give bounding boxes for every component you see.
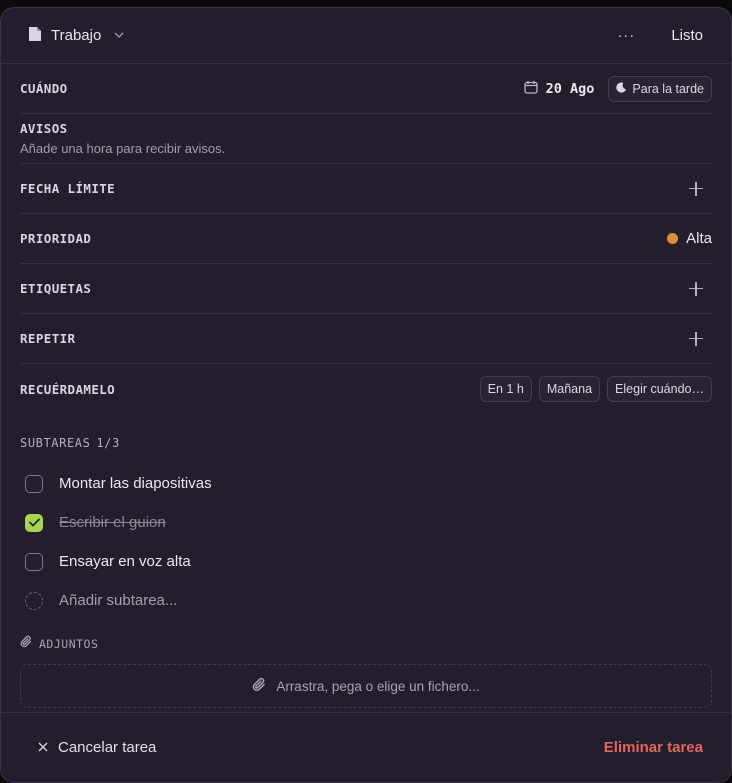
subtasks-header: SUBTAREAS 1/3 — [20, 436, 712, 450]
check-icon — [28, 518, 40, 527]
moon-icon — [616, 82, 627, 96]
add-deadline-plus-icon[interactable] — [689, 181, 703, 196]
project-name: Trabajo — [51, 27, 102, 44]
subtask-item: Montar las diapositivas — [20, 464, 712, 503]
subtask-text[interactable]: Escribir el guion — [59, 514, 166, 531]
time-of-day-chip[interactable]: Para la tarde — [608, 75, 712, 102]
subtask-checkbox-checked[interactable] — [25, 513, 43, 532]
sheet-header: Trabajo ··· Listo — [1, 8, 731, 64]
priority-row: PRIORIDAD Alta — [20, 214, 712, 264]
attachments-header: ADJUNTOS — [20, 635, 712, 652]
done-button[interactable]: Listo — [671, 27, 703, 44]
subtask-checkbox[interactable] — [25, 552, 43, 571]
subtask-item: Escribir el guion — [20, 503, 712, 542]
project-selector[interactable]: Trabajo — [28, 26, 124, 46]
task-detail-sheet: Trabajo ··· Listo CUÁNDO 20 Ago Para la … — [0, 7, 732, 783]
subtask-text[interactable]: Montar las diapositivas — [59, 475, 212, 492]
reminders-row[interactable]: AVISOS Añade una hora para recibir aviso… — [20, 114, 712, 164]
when-row: CUÁNDO 20 Ago Para la tarde — [20, 64, 712, 114]
attachments-label: ADJUNTOS — [39, 636, 99, 651]
dropzone-text: Arrastra, pega o elige un fichero... — [276, 678, 480, 694]
document-icon — [28, 26, 42, 46]
when-label: CUÁNDO — [20, 81, 68, 96]
remind-in-1h-chip[interactable]: En 1 h — [479, 376, 532, 402]
remind-me-label: RECUÉRDAMELO — [20, 381, 116, 397]
deadline-row: FECHA LÍMITE — [20, 164, 712, 214]
priority-value: Alta — [686, 230, 712, 247]
when-date: 20 Ago — [545, 80, 595, 97]
subtask-text[interactable]: Ensayar en voz alta — [59, 553, 191, 570]
add-subtask-circle-icon — [25, 591, 43, 610]
calendar-icon — [523, 80, 538, 98]
paperclip-icon — [252, 677, 267, 696]
time-of-day-label: Para la tarde — [632, 81, 704, 96]
reminders-hint: Añade una hora para recibir avisos. — [20, 141, 226, 156]
reminders-label: AVISOS — [20, 121, 68, 136]
subtask-list: Montar las diapositivas Escribir el guio… — [20, 464, 712, 620]
delete-task-button[interactable]: Eliminar tarea — [604, 739, 703, 756]
tags-row: ETIQUETAS — [20, 264, 712, 314]
sheet-footer: Cancelar tarea Eliminar tarea — [1, 712, 731, 782]
more-options-button[interactable]: ··· — [617, 27, 635, 44]
chevron-down-icon — [114, 30, 124, 42]
repeat-row: REPETIR — [20, 314, 712, 364]
deadline-label: FECHA LÍMITE — [20, 181, 116, 196]
remind-choose-chip[interactable]: Elegir cuándo… — [607, 376, 712, 402]
add-repeat-plus-icon[interactable] — [689, 331, 703, 346]
task-properties: CUÁNDO 20 Ago Para la tarde AVISOS Añade… — [1, 64, 731, 708]
add-subtask-row[interactable]: Añadir subtarea... — [20, 581, 712, 620]
subtasks-label: SUBTAREAS — [20, 436, 91, 450]
remind-me-row: RECUÉRDAMELO En 1 h Mañana Elegir cuándo… — [20, 364, 712, 414]
subtask-item: Ensayar en voz alta — [20, 542, 712, 581]
priority-label: PRIORIDAD — [20, 231, 92, 246]
close-icon — [38, 739, 48, 756]
add-tag-plus-icon[interactable] — [689, 281, 703, 296]
cancel-task-label: Cancelar tarea — [58, 739, 157, 756]
when-date-button[interactable]: 20 Ago — [523, 80, 595, 98]
cancel-task-button[interactable]: Cancelar tarea — [38, 739, 156, 756]
add-subtask-input[interactable]: Añadir subtarea... — [59, 592, 177, 609]
tags-label: ETIQUETAS — [20, 281, 92, 296]
attachment-dropzone[interactable]: Arrastra, pega o elige un fichero... — [20, 664, 712, 708]
repeat-label: REPETIR — [20, 331, 76, 346]
paperclip-icon — [20, 635, 33, 652]
priority-selector[interactable]: Alta — [667, 230, 712, 247]
remind-tomorrow-chip[interactable]: Mañana — [538, 376, 601, 402]
subtask-checkbox[interactable] — [25, 474, 43, 493]
subtasks-count: 1/3 — [96, 436, 120, 450]
priority-dot-icon — [667, 233, 679, 244]
